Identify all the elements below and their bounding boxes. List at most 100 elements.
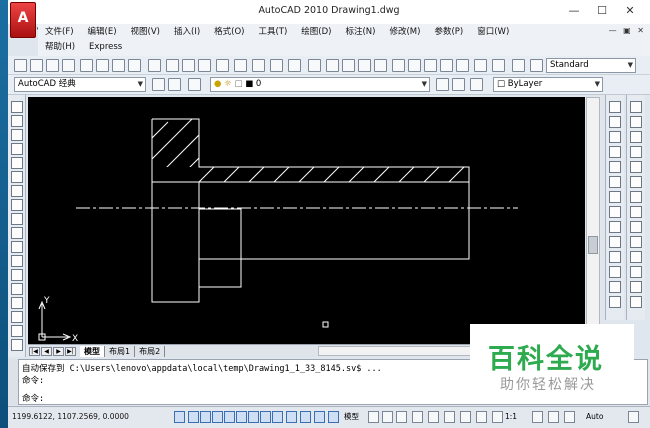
status-toggle-icon[interactable] (212, 411, 223, 423)
draw-tool-icon[interactable] (11, 311, 23, 323)
status-toggle-icon[interactable] (200, 411, 211, 423)
menu-item[interactable]: 标注(N) (338, 25, 382, 40)
modify-tool-icon[interactable] (630, 221, 642, 233)
tool-icon[interactable] (234, 59, 247, 72)
tab-layout1[interactable]: 布局1 (105, 345, 136, 357)
annotation-auto-scale[interactable]: Auto (586, 411, 603, 423)
modify-tool-icon[interactable] (609, 161, 621, 173)
tool-icon[interactable] (440, 59, 453, 72)
modify-tool-icon[interactable] (630, 206, 642, 218)
status-tool-icon[interactable] (548, 411, 559, 423)
tab-layout2[interactable]: 布局2 (135, 345, 166, 357)
tool-icon[interactable] (456, 59, 469, 72)
layer-select[interactable]: ● ☼ □ ■ 0 ▼ (210, 77, 430, 92)
menu-item[interactable]: 修改(M) (382, 25, 427, 40)
tool-icon[interactable] (424, 59, 437, 72)
draw-tool-icon[interactable] (11, 213, 23, 225)
scroll-thumb[interactable] (588, 236, 598, 254)
modify-tool-icon[interactable] (630, 191, 642, 203)
status-toggle-icon[interactable] (286, 411, 297, 423)
modify-tool-icon[interactable] (630, 116, 642, 128)
minimize-button[interactable]: — (560, 2, 588, 20)
menu-item[interactable]: 插入(I) (167, 25, 207, 40)
modify-tool-icon[interactable] (630, 101, 642, 113)
status-toggle-icon[interactable] (300, 411, 311, 423)
draw-tool-icon[interactable] (11, 325, 23, 337)
modify-tool-icon[interactable] (609, 176, 621, 188)
maximize-button[interactable]: ☐ (588, 2, 616, 20)
workspace-select[interactable]: AutoCAD 经典 ▼ (14, 77, 146, 92)
application-menu-button[interactable]: A ▼ (10, 2, 42, 38)
modify-tool-icon[interactable] (630, 161, 642, 173)
status-tool-icon[interactable] (476, 411, 487, 423)
draw-tool-icon[interactable] (11, 269, 23, 281)
modify-tool-icon[interactable] (630, 281, 642, 293)
first-tab-button[interactable]: |◀ (29, 346, 40, 356)
draw-tool-icon[interactable] (11, 185, 23, 197)
modify-tool-icon[interactable] (609, 296, 621, 308)
modify-tool-icon[interactable] (609, 206, 621, 218)
tool-icon[interactable] (530, 59, 543, 72)
tool-icon[interactable] (492, 59, 505, 72)
menu-item[interactable]: 工具(T) (251, 25, 294, 40)
tool-icon[interactable] (198, 59, 211, 72)
close-button[interactable]: ✕ (616, 2, 644, 20)
menu-item[interactable]: 帮助(H) (38, 40, 82, 55)
next-tab-button[interactable]: ▶ (53, 346, 64, 356)
status-toggle-icon[interactable] (328, 411, 339, 423)
tool-icon[interactable] (326, 59, 339, 72)
tool-icon[interactable] (474, 59, 487, 72)
draw-tool-icon[interactable] (11, 255, 23, 267)
tool-icon[interactable] (112, 59, 125, 72)
modify-tool-icon[interactable] (609, 281, 621, 293)
modify-tool-icon[interactable] (630, 296, 642, 308)
status-toggle-icon[interactable] (236, 411, 247, 423)
modify-tool-icon[interactable] (630, 131, 642, 143)
tool-icon[interactable] (288, 59, 301, 72)
modify-tool-icon[interactable] (630, 146, 642, 158)
status-toggle-icon[interactable] (260, 411, 271, 423)
tool-icon[interactable] (470, 78, 483, 91)
tool-icon[interactable] (168, 78, 181, 91)
tool-icon[interactable] (166, 59, 179, 72)
status-tool-icon[interactable] (396, 411, 407, 423)
status-tool-icon[interactable] (532, 411, 543, 423)
tool-icon[interactable] (358, 59, 371, 72)
tool-icon[interactable] (436, 78, 449, 91)
drawing-canvas[interactable]: Y X (28, 97, 585, 344)
last-tab-button[interactable]: ▶| (65, 346, 76, 356)
draw-tool-icon[interactable] (11, 143, 23, 155)
draw-tool-icon[interactable] (11, 241, 23, 253)
tool-icon[interactable] (408, 59, 421, 72)
document-window-controls[interactable]: — ▣ ✕ (609, 26, 646, 35)
status-tool-icon[interactable] (444, 411, 455, 423)
draw-tool-icon[interactable] (11, 283, 23, 295)
prev-tab-button[interactable]: ◀ (41, 346, 52, 356)
tool-icon[interactable] (182, 59, 195, 72)
status-toggle-icon[interactable] (188, 411, 199, 423)
modify-tool-icon[interactable] (609, 191, 621, 203)
tool-icon[interactable] (452, 78, 465, 91)
modify-tool-icon[interactable] (609, 131, 621, 143)
vertical-scrollbar[interactable] (586, 97, 600, 342)
draw-tool-icon[interactable] (11, 339, 23, 351)
menu-item[interactable]: 视图(V) (124, 25, 167, 40)
tool-icon[interactable] (512, 59, 525, 72)
modify-tool-icon[interactable] (630, 251, 642, 263)
status-tool-icon[interactable] (628, 411, 639, 423)
draw-tool-icon[interactable] (11, 129, 23, 141)
status-toggle-icon[interactable] (314, 411, 325, 423)
tool-icon[interactable] (252, 59, 265, 72)
tool-icon[interactable] (128, 59, 141, 72)
modify-tool-icon[interactable] (609, 221, 621, 233)
status-toggle-icon[interactable] (248, 411, 259, 423)
modify-tool-icon[interactable] (609, 266, 621, 278)
tool-icon[interactable] (374, 59, 387, 72)
model-space-toggle[interactable]: 模型 (344, 411, 359, 423)
draw-tool-icon[interactable] (11, 157, 23, 169)
tool-icon[interactable] (30, 59, 43, 72)
status-tool-icon[interactable] (564, 411, 575, 423)
menu-item[interactable]: 窗口(W) (470, 25, 516, 40)
tool-icon[interactable] (148, 59, 161, 72)
tool-icon[interactable] (342, 59, 355, 72)
